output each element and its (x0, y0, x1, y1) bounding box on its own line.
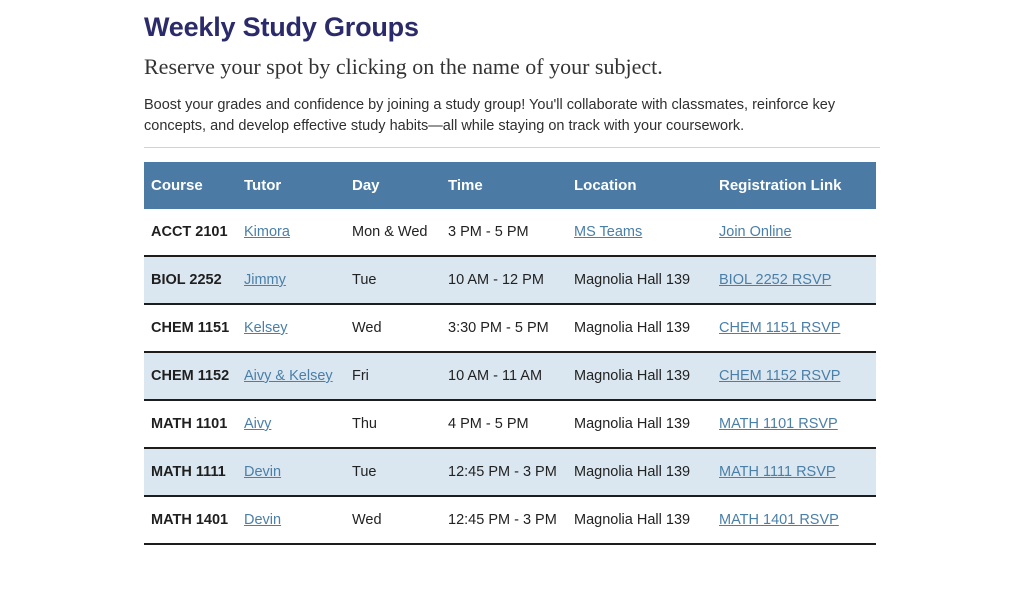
cell-course: CHEM 1152 (144, 352, 244, 400)
tutor-link[interactable]: Devin (244, 512, 281, 528)
page-subtitle: Reserve your spot by clicking on the nam… (144, 43, 880, 81)
cell-registration: BIOL 2252 RSVP (719, 256, 876, 304)
section-divider (144, 147, 880, 148)
course-code: CHEM 1152 (151, 368, 229, 384)
cell-tutor: Devin (244, 496, 352, 544)
course-code: BIOL 2252 (151, 272, 222, 288)
cell-location: Magnolia Hall 139 (574, 400, 719, 448)
location-text: Magnolia Hall 139 (574, 416, 690, 432)
cell-tutor: Kelsey (244, 304, 352, 352)
cell-day: Fri (352, 352, 448, 400)
cell-tutor: Kimora (244, 209, 352, 256)
registration-link[interactable]: MATH 1111 RSVP (719, 464, 836, 480)
cell-location: Magnolia Hall 139 (574, 256, 719, 304)
column-header-registration: Registration Link (719, 162, 876, 209)
cell-tutor: Devin (244, 448, 352, 496)
course-code: MATH 1101 (151, 416, 227, 432)
cell-time: 12:45 PM - 3 PM (448, 448, 574, 496)
tutor-link[interactable]: Kimora (244, 224, 290, 240)
intro-paragraph: Boost your grades and confidence by join… (144, 81, 874, 137)
cell-registration: MATH 1401 RSVP (719, 496, 876, 544)
page-root: Weekly Study Groups Reserve your spot by… (0, 0, 1020, 590)
tutor-link[interactable]: Aivy (244, 416, 271, 432)
cell-time: 4 PM - 5 PM (448, 400, 574, 448)
registration-link[interactable]: CHEM 1151 RSVP (719, 320, 840, 336)
cell-day: Mon & Wed (352, 209, 448, 256)
registration-link[interactable]: MATH 1101 RSVP (719, 416, 838, 432)
course-code: CHEM 1151 (151, 320, 229, 336)
cell-day: Wed (352, 304, 448, 352)
table-row: MATH 1101 Aivy Thu4 PM - 5 PMMagnolia Hall… (144, 400, 876, 448)
cell-registration: Join Online (719, 209, 876, 256)
registration-link[interactable]: BIOL 2252 RSVP (719, 272, 831, 288)
course-code: MATH 1401 (151, 512, 228, 528)
cell-time: 10 AM - 11 AM (448, 352, 574, 400)
column-header-course: Course (144, 162, 244, 209)
column-header-day: Day (352, 162, 448, 209)
location-text: Magnolia Hall 139 (574, 512, 690, 528)
cell-day: Thu (352, 400, 448, 448)
page-title: Weekly Study Groups (144, 0, 880, 43)
cell-location: Magnolia Hall 139 (574, 304, 719, 352)
cell-registration: MATH 1111 RSVP (719, 448, 876, 496)
cell-day: Tue (352, 256, 448, 304)
registration-link[interactable]: Join Online (719, 224, 792, 240)
cell-day: Wed (352, 496, 448, 544)
tutor-link[interactable]: Kelsey (244, 320, 288, 336)
table-row: CHEM 1151 Kelsey Wed3:30 PM - 5 PMMagnolia… (144, 304, 876, 352)
tutor-link[interactable]: Devin (244, 464, 281, 480)
registration-link[interactable]: MATH 1401 RSVP (719, 512, 839, 528)
course-code: MATH 1111 (151, 464, 226, 480)
cell-tutor: Jimmy (244, 256, 352, 304)
table-row: MATH 1401 Devin Wed12:45 PM - 3 PMMagnolia… (144, 496, 876, 544)
table-row: ACCT 2101 Kimora Mon & Wed3 PM - 5 PMMS Te… (144, 209, 876, 256)
cell-time: 10 AM - 12 PM (448, 256, 574, 304)
tutor-link[interactable]: Jimmy (244, 272, 286, 288)
table-row: CHEM 1152 Aivy & Kelsey Fri10 AM - 11 AMMa… (144, 352, 876, 400)
course-code: ACCT 2101 (151, 224, 228, 240)
cell-course: MATH 1101 (144, 400, 244, 448)
cell-location: Magnolia Hall 139 (574, 352, 719, 400)
location-text: Magnolia Hall 139 (574, 368, 690, 384)
table-row: BIOL 2252 Jimmy Tue10 AM - 12 PMMagnolia H… (144, 256, 876, 304)
table-header: Course Tutor Day Time Location Registrat… (144, 162, 876, 209)
study-groups-table: Course Tutor Day Time Location Registrat… (144, 162, 876, 545)
cell-tutor: Aivy & Kelsey (244, 352, 352, 400)
cell-location: Magnolia Hall 139 (574, 448, 719, 496)
cell-course: CHEM 1151 (144, 304, 244, 352)
cell-registration: CHEM 1151 RSVP (719, 304, 876, 352)
column-header-tutor: Tutor (244, 162, 352, 209)
location-text: Magnolia Hall 139 (574, 320, 690, 336)
location-text: Magnolia Hall 139 (574, 272, 690, 288)
cell-course: MATH 1111 (144, 448, 244, 496)
location-link[interactable]: MS Teams (574, 224, 642, 240)
cell-registration: CHEM 1152 RSVP (719, 352, 876, 400)
cell-registration: MATH 1101 RSVP (719, 400, 876, 448)
table-body: ACCT 2101 Kimora Mon & Wed3 PM - 5 PMMS Te… (144, 209, 876, 544)
cell-time: 12:45 PM - 3 PM (448, 496, 574, 544)
table-row: MATH 1111 Devin Tue12:45 PM - 3 PMMagnolia… (144, 448, 876, 496)
column-header-time: Time (448, 162, 574, 209)
cell-course: MATH 1401 (144, 496, 244, 544)
cell-time: 3 PM - 5 PM (448, 209, 574, 256)
cell-course: ACCT 2101 (144, 209, 244, 256)
tutor-link[interactable]: Aivy & Kelsey (244, 368, 333, 384)
content-container: Weekly Study Groups Reserve your spot by… (144, 0, 880, 545)
cell-location: Magnolia Hall 139 (574, 496, 719, 544)
cell-location: MS Teams (574, 209, 719, 256)
cell-day: Tue (352, 448, 448, 496)
location-text: Magnolia Hall 139 (574, 464, 690, 480)
cell-course: BIOL 2252 (144, 256, 244, 304)
table-header-row: Course Tutor Day Time Location Registrat… (144, 162, 876, 209)
column-header-location: Location (574, 162, 719, 209)
cell-time: 3:30 PM - 5 PM (448, 304, 574, 352)
registration-link[interactable]: CHEM 1152 RSVP (719, 368, 840, 384)
cell-tutor: Aivy (244, 400, 352, 448)
